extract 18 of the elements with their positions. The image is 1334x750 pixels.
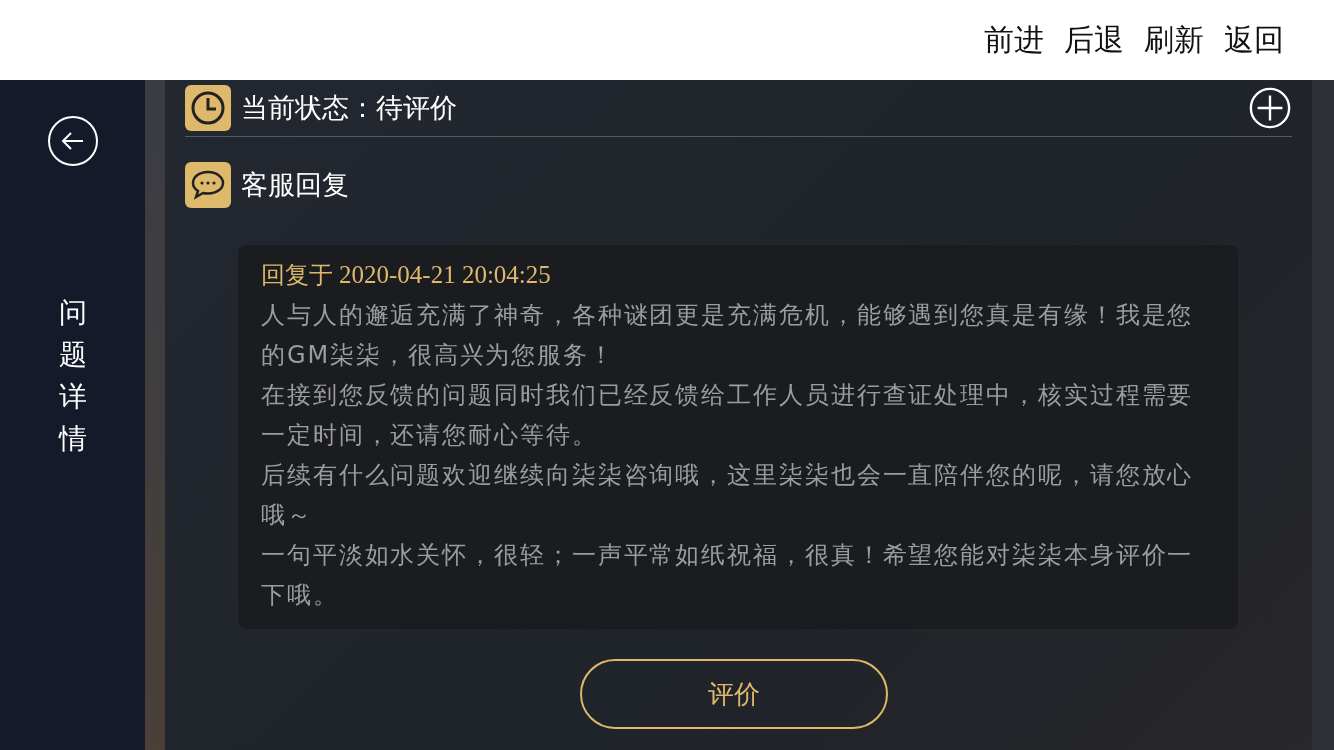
chat-bubble-icon [185,162,231,208]
rate-button[interactable]: 评价 [579,659,888,729]
reply-paragraph: 后续有什么问题欢迎继续向柒柒咨询哦，这里柒柒也会一直陪伴您的呢，请您放心哦～ [261,460,1195,531]
nav-link[interactable]: 前进 [984,19,1044,61]
expand-icon[interactable] [1248,86,1292,130]
page-title: 问题详情 [58,295,87,457]
nav-link[interactable]: 后退 [1064,19,1124,61]
reply-paragraph: 在接到您反馈的问题同时我们已经反馈给工作人员进行查证处理中，核实过程需要一定时间，还请您耐心等待。 [261,380,1195,451]
status-text: 当前状态：待评价 [241,91,457,125]
clock-icon [185,85,231,131]
reply-paragraph: 人与人的邂逅充满了神奇，各种谜团更是充满危机，能够遇到您真是有缘！我是您的GM柒柒，很高兴为您服务！ [261,300,1195,371]
nav-link[interactable]: 刷新 [1144,19,1204,61]
nav-link[interactable]: 返回 [1224,19,1284,61]
reply-label: 回复于 [261,260,333,291]
reply-paragraph: 一句平淡如水关怀，很轻；一声平常如纸祝福，很真！希望您能对柒柒本身评价一下哦。 [261,540,1195,611]
reply-time: 2020-04-21 20:04:25 [339,261,551,289]
back-icon[interactable] [46,115,99,167]
section-title: 客服回复 [241,168,349,202]
